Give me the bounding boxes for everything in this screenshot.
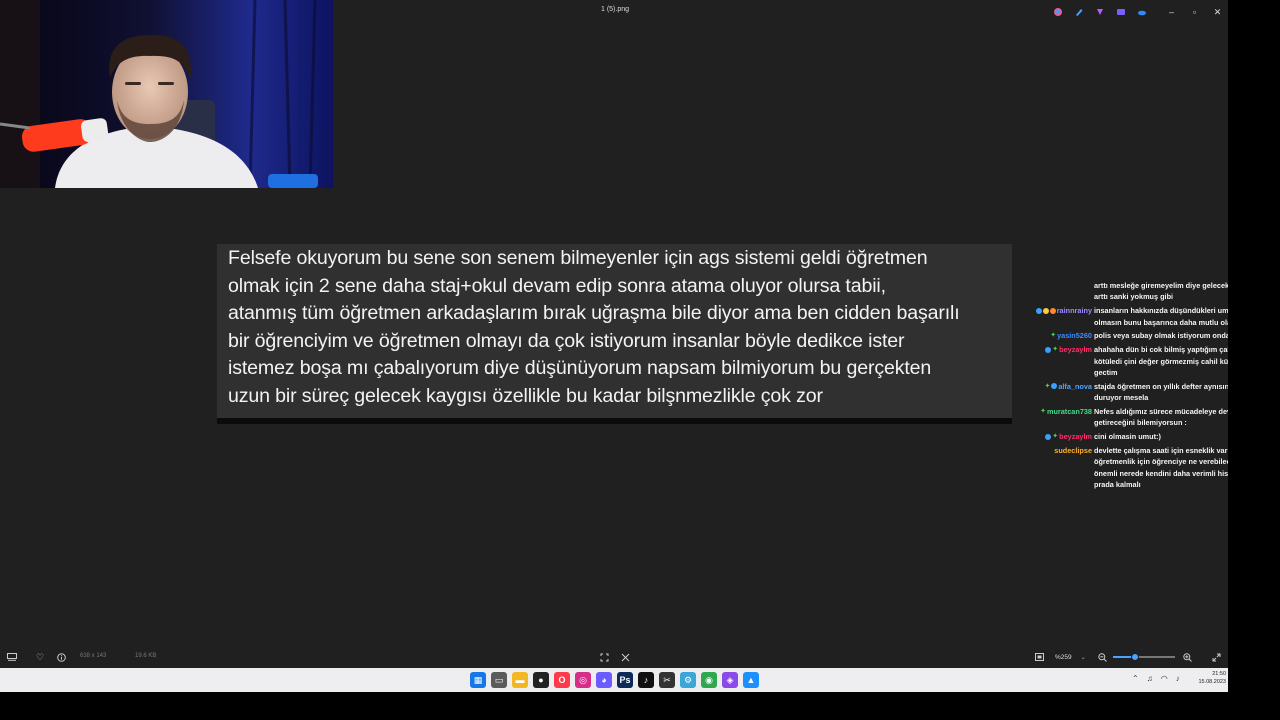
- chat-user: ✦ alfa_nova: [1028, 381, 1094, 404]
- chat-username[interactable]: sudeclipse: [1054, 445, 1092, 456]
- chat-user: ✦ beyzaylm: [1028, 431, 1094, 442]
- actual-size-icon[interactable]: [619, 651, 631, 663]
- user-badge-icon: [1049, 307, 1056, 314]
- filmstrip-icon[interactable]: [6, 651, 18, 663]
- chat-user: rainnrainy: [1028, 305, 1094, 328]
- tiktok-icon[interactable]: ♪: [638, 672, 654, 688]
- discord-icon[interactable]: ◕: [596, 672, 612, 688]
- chat-user: ✦ muratcan738: [1028, 406, 1094, 429]
- start-windows-icon[interactable]: ▦: [470, 672, 486, 688]
- clock-date: 15.08.2023: [1198, 678, 1226, 685]
- clipchamp-icon[interactable]: [1094, 6, 1106, 18]
- chevron-up-icon[interactable]: ⌃: [1132, 674, 1139, 683]
- system-tray: ⌃ ♫ ◠ ♪: [1132, 674, 1180, 683]
- obs-icon[interactable]: ●: [533, 672, 549, 688]
- chat-username[interactable]: beyzaylm: [1059, 344, 1092, 355]
- message-line: atanmış tüm öğretmen arkadaşlarım bırak …: [228, 302, 960, 324]
- title-bar-actions: [1052, 6, 1148, 18]
- chat-username[interactable]: alfa_nova: [1058, 381, 1092, 392]
- fullscreen-icon[interactable]: [1210, 651, 1222, 663]
- file-explorer-icon[interactable]: ▬: [512, 672, 528, 688]
- edit-icon[interactable]: [1073, 6, 1085, 18]
- fit-window-icon[interactable]: [1033, 651, 1045, 663]
- heart-icon[interactable]: ♡: [34, 651, 46, 663]
- chat-user: sudeclipse: [1028, 445, 1094, 491]
- opera-icon[interactable]: O: [554, 672, 570, 688]
- user-badge-icon: [1045, 433, 1052, 440]
- twitch-icon[interactable]: ◈: [722, 672, 738, 688]
- webcam-overlay: [0, 0, 333, 188]
- copilot-icon[interactable]: [1052, 6, 1064, 18]
- zoom-slider[interactable]: [1113, 653, 1175, 661]
- star-badge-icon: ✦: [1052, 433, 1059, 441]
- user-badge-icon: [1042, 307, 1049, 314]
- capcut-icon[interactable]: ✂: [659, 672, 675, 688]
- message-line: bir öğrenciyim ve öğretmen olmayı da çok…: [228, 329, 905, 352]
- chat-username[interactable]: yasin5260: [1057, 330, 1092, 341]
- clock-time: 21:50: [1212, 671, 1226, 677]
- instagram-icon[interactable]: ◎: [575, 672, 591, 688]
- user-badge-icon: [1045, 346, 1052, 353]
- user-badge-icon: [1035, 307, 1042, 314]
- message-line: olmak için 2 sene daha staj+okul devam e…: [228, 274, 886, 297]
- star-badge-icon: ✦: [1050, 332, 1057, 340]
- minimize-button[interactable]: –: [1160, 4, 1183, 20]
- maximize-button[interactable]: ▫: [1183, 4, 1206, 20]
- chevron-down-icon: ⌄: [1080, 654, 1086, 661]
- chat-username[interactable]: rainnrainy: [1057, 305, 1092, 316]
- close-button[interactable]: ✕: [1206, 4, 1229, 20]
- viewer-toolbar: ♡ 638 x 143 19.6 KB %259 ⌄: [0, 646, 1228, 668]
- message-image: Felsefe okuyorum bu sene son senem bilme…: [217, 244, 1012, 424]
- zoom-level: %259: [1055, 653, 1072, 661]
- zoom-slider-thumb[interactable]: [1130, 653, 1139, 661]
- file-size: 19.6 KB: [135, 653, 157, 659]
- taskbar-apps: ▦ ▭ ▬ ● O ◎ ◕ Ps ♪ ✂ ⚙ ◉ ◈ ▲: [470, 672, 759, 688]
- star-badge-icon: ✦: [1044, 382, 1051, 390]
- zoom-level-dropdown[interactable]: %259 ⌄: [1050, 651, 1090, 663]
- chat-user: [1028, 280, 1094, 303]
- window-title: 1 (5).png: [600, 6, 630, 13]
- taskbar: ▦ ▭ ▬ ● O ◎ ◕ Ps ♪ ✂ ⚙ ◉ ◈ ▲ ⌃ ♫ ◠ ♪ 21:…: [0, 668, 1228, 692]
- message-line: istemez boşa mı çabalıyorum diye düşünüy…: [228, 357, 932, 379]
- chat-user: ✦ yasin5260: [1028, 330, 1094, 341]
- star-badge-icon: ✦: [1052, 346, 1059, 354]
- designer-icon[interactable]: [1115, 6, 1127, 18]
- settings-icon[interactable]: ⚙: [680, 672, 696, 688]
- fit-icon[interactable]: [598, 651, 610, 663]
- microphone-icon[interactable]: ♫: [1147, 674, 1153, 683]
- volume-icon[interactable]: ♪: [1176, 674, 1180, 683]
- message-line: Felsefe okuyorum bu sene son senem bilme…: [228, 247, 928, 269]
- chat-username[interactable]: muratcan738: [1047, 406, 1092, 417]
- chat-user: ✦ beyzaylm: [1028, 344, 1094, 378]
- star-badge-icon: ✦: [1040, 408, 1046, 416]
- chrome-icon[interactable]: ◉: [701, 672, 717, 688]
- zoom-out-icon[interactable]: [1096, 651, 1108, 663]
- clock[interactable]: 21:50 15.08.2023: [1186, 671, 1226, 686]
- photos-icon[interactable]: ▲: [743, 672, 759, 688]
- info-icon[interactable]: [55, 651, 67, 663]
- onedrive-icon[interactable]: [1136, 6, 1148, 18]
- zoom-in-icon[interactable]: [1181, 651, 1193, 663]
- task-view-icon[interactable]: ▭: [491, 672, 507, 688]
- image-dimensions: 638 x 143: [80, 653, 107, 659]
- message-line: uzun bir süreç gelecek kaygısı özellikle…: [228, 384, 823, 407]
- window-controls: – ▫ ✕: [1160, 4, 1229, 20]
- chat-username[interactable]: beyzaylm: [1059, 431, 1092, 442]
- right-margin: [1228, 0, 1280, 692]
- photoshop-icon[interactable]: Ps: [617, 672, 633, 688]
- wifi-icon[interactable]: ◠: [1161, 674, 1168, 683]
- user-badge-icon: [1051, 383, 1058, 390]
